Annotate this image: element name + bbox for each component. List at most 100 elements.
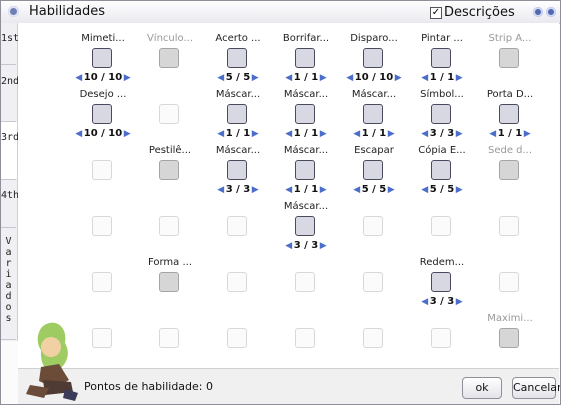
empty-skill-slot — [227, 328, 247, 348]
window-titlebar[interactable]: Habilidades ✓ Descrições — [1, 1, 560, 24]
empty-slot — [472, 191, 548, 251]
empty-slot — [268, 247, 344, 307]
copy-skill-icon — [431, 160, 451, 180]
character-avatar — [26, 322, 78, 401]
skill-forma: Forma ... — [132, 247, 208, 307]
skill-vinculo: Vínculo... — [132, 23, 208, 83]
window-title: Habilidades — [29, 4, 106, 19]
skill-mascara-2[interactable]: Máscar... ◀ 1 / 1 ▶ — [268, 79, 344, 139]
cancel-button[interactable]: Cancelar — [512, 377, 560, 399]
skill-name: Pestilê... — [148, 145, 192, 156]
ok-button[interactable]: ok — [462, 377, 502, 399]
empty-skill-slot — [92, 328, 112, 348]
tab-1st-label: 1st — [1, 33, 20, 44]
empty-slot — [65, 191, 141, 251]
empty-skill-slot — [159, 104, 179, 124]
skill-tabs: 1st 2nd 3rd 4th Variados — [1, 23, 20, 341]
empty-slot — [132, 79, 208, 139]
mimic-skill-icon — [92, 48, 112, 68]
skill-name: Forma ... — [147, 257, 193, 268]
spray-skill-icon — [295, 48, 315, 68]
skill-name: Máscar... — [215, 89, 261, 100]
tab-variados-label: Variados — [5, 236, 12, 324]
escape-skill-icon — [363, 160, 383, 180]
window-menu-icon[interactable] — [8, 6, 19, 17]
tab-variados[interactable]: Variados — [1, 228, 16, 340]
tab-2nd-label: 2nd — [1, 76, 20, 87]
empty-skill-slot — [499, 216, 519, 236]
tab-4th[interactable]: 4th — [1, 180, 20, 228]
skill-name: Disparo... — [350, 33, 398, 44]
mask-skill-icon — [363, 104, 383, 124]
skill-pintar[interactable]: Pintar ... ◀ 1 / 1 ▶ — [404, 23, 480, 83]
skill-porta[interactable]: Porta D... ◀ 1 / 1 ▶ — [472, 79, 548, 139]
skill-name: Máscar... — [283, 89, 329, 100]
skill-mascara-3[interactable]: Máscar... ◀ 1 / 1 ▶ — [336, 79, 412, 139]
skill-redencao[interactable]: Redem... ◀ 3 / 3 ▶ — [404, 247, 480, 307]
empty-slot — [132, 303, 208, 363]
mask-skill-icon — [295, 160, 315, 180]
skill-name: Acerto ... — [215, 33, 261, 44]
empty-slot — [472, 247, 548, 307]
wish-skill-icon — [92, 104, 112, 124]
tab-3rd[interactable]: 3rd — [1, 122, 19, 180]
descriptions-label: Descrições — [444, 5, 515, 20]
empty-slot — [336, 247, 412, 307]
skill-mascara-4[interactable]: Máscar... ◀ 3 / 3 ▶ — [200, 135, 276, 195]
link-skill-icon — [159, 48, 179, 68]
strip-skill-icon — [499, 48, 519, 68]
empty-skill-slot — [363, 328, 383, 348]
empty-slot — [200, 303, 276, 363]
mask-skill-icon — [227, 160, 247, 180]
hit-skill-icon — [227, 48, 247, 68]
empty-slot — [404, 303, 480, 363]
window-footer: Pontos de habilidade: 0 ok Cancelar — [18, 368, 560, 404]
tab-4th-label: 4th — [1, 190, 20, 201]
skill-mascara-5[interactable]: Máscar... ◀ 1 / 1 ▶ — [268, 135, 344, 195]
empty-skill-slot — [295, 272, 315, 292]
symbol-skill-icon — [431, 104, 451, 124]
mask-skill-icon — [295, 104, 315, 124]
skill-simbolo[interactable]: Símbol... ◀ 3 / 3 ▶ — [404, 79, 480, 139]
tab-2nd[interactable]: 2nd — [1, 65, 20, 122]
skill-borrifar[interactable]: Borrifar... ◀ 1 / 1 ▶ — [268, 23, 344, 83]
skill-mascara-1[interactable]: Máscar... ◀ 1 / 1 ▶ — [200, 79, 276, 139]
skill-name: Mimeti... — [81, 33, 125, 44]
empty-skill-slot — [92, 160, 112, 180]
empty-slot — [132, 191, 208, 251]
tab-1st[interactable]: 1st — [1, 23, 20, 65]
skill-escapar[interactable]: Escapar ◀ 5 / 5 ▶ — [336, 135, 412, 195]
empty-skill-slot — [295, 328, 315, 348]
skill-acerto[interactable]: Acerto ... ◀ 5 / 5 ▶ — [200, 23, 276, 83]
shot-skill-icon — [363, 48, 383, 68]
skill-mimetismo[interactable]: Mimeti... ◀ 10 / 10 ▶ — [65, 23, 141, 83]
skill-strip: Strip A... — [472, 23, 548, 83]
skill-maximizar: Maximi... — [472, 303, 548, 363]
close-icon[interactable] — [546, 7, 556, 17]
skill-name: Strip A... — [488, 33, 532, 44]
maximize-skill-icon — [499, 328, 519, 348]
redemption-skill-icon — [431, 272, 451, 292]
skill-name: Vínculo... — [146, 33, 194, 44]
skill-sede: Sede d... — [472, 135, 548, 195]
skill-name: Desejo ... — [79, 89, 127, 100]
skill-copia[interactable]: Cópia E... ◀ 5 / 5 ▶ — [404, 135, 480, 195]
skills-window: Habilidades ✓ Descrições 1st 2nd 3rd 4th… — [0, 0, 561, 405]
descriptions-checkbox[interactable]: ✓ — [430, 7, 442, 19]
empty-skill-slot — [431, 328, 451, 348]
skill-mascara-6[interactable]: Máscar... ◀ 3 / 3 ▶ — [268, 191, 344, 251]
minimize-icon[interactable] — [533, 7, 543, 17]
mask-skill-icon — [227, 104, 247, 124]
skill-name: Pintar ... — [421, 33, 463, 44]
skill-name: Sede d... — [487, 145, 533, 156]
skill-disparo[interactable]: Disparo... ◀ 10 / 10 ▶ — [336, 23, 412, 83]
mask-skill-icon — [295, 216, 315, 236]
empty-skill-slot — [363, 272, 383, 292]
empty-slot — [65, 247, 141, 307]
skill-name: Símbol... — [420, 89, 464, 100]
empty-slot — [65, 135, 141, 195]
skill-grid: Mimeti... ◀ 10 / 10 ▶ Vínculo... Acerto ..… — [18, 23, 559, 368]
empty-slot — [200, 191, 276, 251]
form-skill-icon — [159, 272, 179, 292]
skill-desejo[interactable]: Desejo ... ◀ 10 / 10 ▶ — [65, 79, 141, 139]
